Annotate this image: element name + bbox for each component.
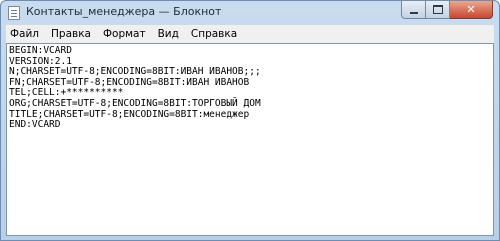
minimize-button[interactable]: [401, 1, 426, 19]
text-line: END:VCARD: [9, 119, 61, 131]
notepad-window: Контакты_менеджера — Блокнот ✕ Файл Прав…: [0, 0, 500, 241]
menu-edit[interactable]: Правка: [45, 28, 97, 40]
notepad-icon[interactable]: [8, 6, 20, 20]
close-icon: ✕: [466, 3, 476, 16]
menu-file[interactable]: Файл: [6, 28, 45, 40]
caption-buttons: ✕: [401, 1, 493, 20]
text-line: BEGIN:VCARD: [9, 45, 72, 56]
text-editor[interactable]: BEGIN:VCARD VERSION:2.1 N;CHARSET=UTF-8;…: [6, 43, 494, 236]
menu-help[interactable]: Справка: [185, 28, 243, 40]
close-button[interactable]: ✕: [450, 1, 493, 19]
menu-view[interactable]: Вид: [152, 28, 185, 40]
menu-bar: Файл Правка Формат Вид Справка: [6, 25, 494, 43]
minimize-icon: [409, 11, 418, 14]
menu-format[interactable]: Формат: [97, 28, 152, 40]
maximize-button[interactable]: [426, 1, 450, 19]
title-bar[interactable]: Контакты_менеджера — Блокнот ✕: [1, 1, 499, 25]
maximize-icon: [432, 5, 443, 14]
editor-content: BEGIN:VCARD VERSION:2.1 N;CHARSET=UTF-8;…: [9, 45, 261, 131]
text-line: ORG;CHARSET=UTF-8;ENCODING=8BIT:ТОРГОВЫЙ…: [9, 97, 261, 109]
window-title: Контакты_менеджера — Блокнот: [26, 5, 222, 18]
